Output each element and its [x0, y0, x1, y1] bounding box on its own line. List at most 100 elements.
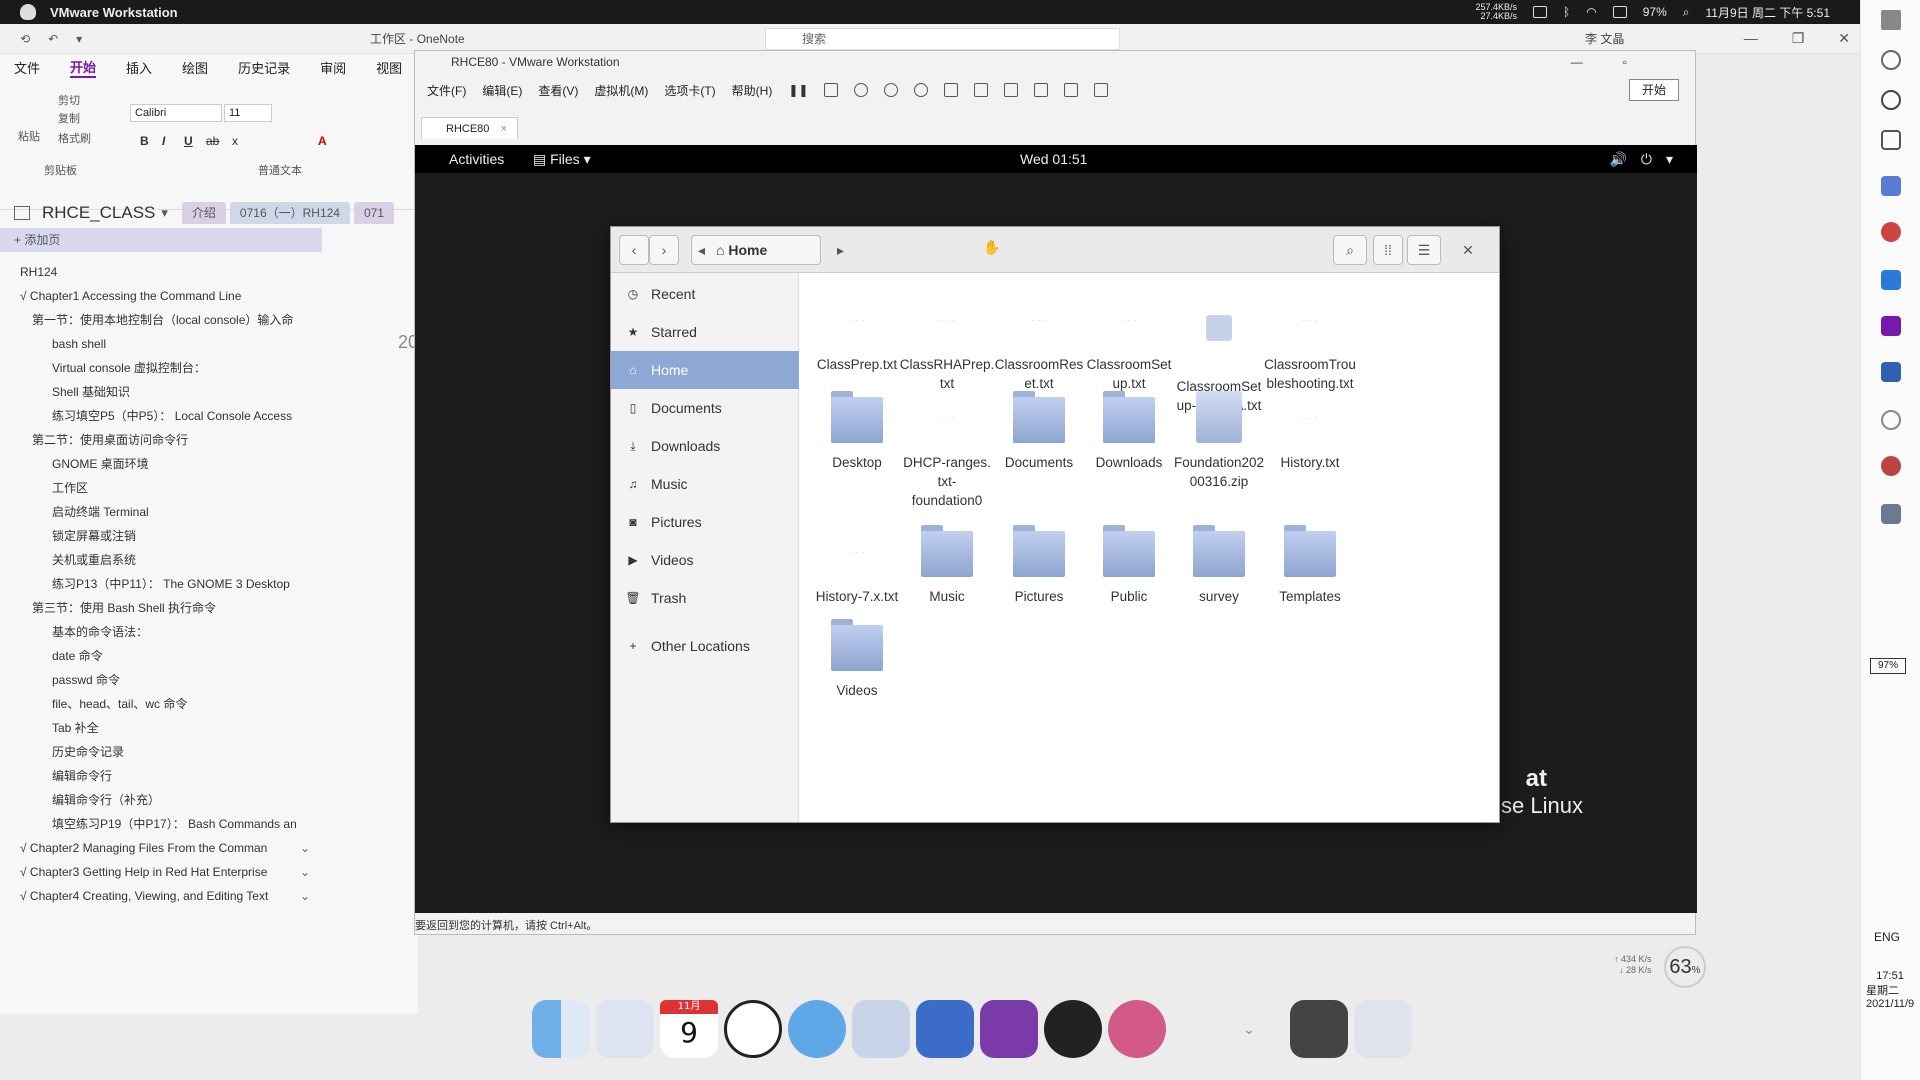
obs-icon[interactable]: [1044, 1000, 1102, 1058]
tab-history[interactable]: 历史记录: [238, 58, 290, 77]
strikethrough-button[interactable]: ab: [206, 134, 219, 148]
menubar-app-name[interactable]: VMware Workstation: [50, 5, 178, 20]
page-item[interactable]: Virtual console 虚拟控制台：: [0, 356, 322, 380]
sidebar-item-recent[interactable]: ◷ Recent: [611, 275, 799, 313]
onenote-user[interactable]: 李 文晶: [1585, 30, 1624, 47]
sidebar-item-other-locations[interactable]: + Other Locations: [611, 627, 799, 665]
menu-file[interactable]: 文件(F): [427, 82, 466, 99]
font-select[interactable]: Calibri: [130, 104, 222, 122]
mail-icon[interactable]: [788, 1000, 846, 1058]
section-tab-071[interactable]: 071: [353, 202, 395, 224]
page-item[interactable]: file、head、tail、wc 命令: [0, 692, 322, 716]
menu-view[interactable]: 查看(V): [538, 82, 578, 99]
path-bar[interactable]: ◂ ⌂ Home ▸: [691, 235, 844, 265]
display-icon[interactable]: [1612, 6, 1627, 18]
taskbar-search-icon[interactable]: [1881, 50, 1901, 70]
downloads-stack-icon[interactable]: ⌄: [1220, 1000, 1278, 1058]
menu-button[interactable]: ☰: [1407, 235, 1441, 265]
app-icon-5[interactable]: [1881, 504, 1901, 524]
page-item[interactable]: 编辑命令行: [0, 764, 322, 788]
cut-button[interactable]: 剪切: [58, 92, 80, 108]
app-icon-2[interactable]: [1881, 222, 1901, 242]
back-button[interactable]: ‹: [619, 235, 649, 265]
tab-home[interactable]: 开始: [70, 57, 97, 78]
console-icon[interactable]: [1064, 83, 1079, 97]
page-item[interactable]: passwd 命令: [0, 668, 322, 692]
windows-start-icon[interactable]: [1881, 10, 1901, 30]
app-dock-icon[interactable]: [1108, 1000, 1166, 1058]
menu-help[interactable]: 帮助(H): [732, 82, 773, 99]
apple-icon[interactable]: [20, 4, 36, 20]
add-page-button[interactable]: + 添加页: [0, 228, 322, 252]
cpu-gauge[interactable]: 63%: [1664, 946, 1706, 988]
page-item[interactable]: 第一节：使用本地控制台（local console）输入命: [0, 308, 322, 332]
launchpad-icon[interactable]: [596, 1000, 654, 1058]
vmware-icon[interactable]: [1881, 362, 1901, 382]
menu-vm[interactable]: 虚拟机(M): [594, 82, 648, 99]
path-left-icon[interactable]: ◂: [698, 242, 705, 259]
app-icon-3[interactable]: [1881, 410, 1901, 430]
page-item[interactable]: 第三节：使用 Bash Shell 执行命令: [0, 596, 322, 620]
files-app-menu[interactable]: ▤ Files ▾: [533, 151, 591, 168]
page-item[interactable]: 关机或重启系统: [0, 548, 322, 572]
phone-icon[interactable]: [1533, 6, 1548, 18]
menubar-datetime[interactable]: 11月9日 周二 下午 5:51: [1706, 4, 1831, 21]
font-color-button[interactable]: A: [318, 134, 327, 148]
chapter-chevron-icon[interactable]: ⌄: [300, 860, 310, 884]
sidebar-item-starred[interactable]: ★ Starred: [611, 313, 799, 351]
thumbnail-view-icon[interactable]: [974, 83, 989, 97]
section-tab-rh124[interactable]: 0716（一）RH124: [229, 202, 350, 224]
section-tab-intro[interactable]: 介绍: [181, 202, 226, 224]
vmware-maximize-icon[interactable]: ▫: [1623, 51, 1627, 73]
preview-icon[interactable]: [852, 1000, 910, 1058]
notebook-dropdown-icon[interactable]: ▾: [161, 205, 168, 221]
subscript-button[interactable]: x: [232, 134, 238, 148]
page-item[interactable]: RH124: [0, 260, 322, 284]
screen-record-icon[interactable]: [1290, 1000, 1348, 1058]
window-close-button[interactable]: ✕: [1453, 235, 1483, 265]
sidebar-item-music[interactable]: ♫ Music: [611, 465, 799, 503]
page-item[interactable]: Tab 补全: [0, 716, 322, 740]
page-item[interactable]: Shell 基础知识: [0, 380, 322, 404]
sidebar-item-documents[interactable]: ▯ Documents: [611, 389, 799, 427]
tab-review[interactable]: 审阅: [320, 58, 346, 77]
revert-snapshot-icon[interactable]: [884, 83, 899, 97]
tab-draw[interactable]: 绘图: [182, 58, 208, 77]
page-item[interactable]: 填空练习P19（中P17）： Bash Commands an: [0, 812, 322, 836]
sidebar-item-pictures[interactable]: ◙ Pictures: [611, 503, 799, 541]
folder-item[interactable]: Templates: [1254, 525, 1366, 606]
page-item[interactable]: date 命令: [0, 644, 322, 668]
back-icon[interactable]: ⟲: [20, 32, 30, 46]
copy-button[interactable]: 复制: [58, 110, 80, 126]
cortana-icon[interactable]: [1881, 90, 1901, 110]
page-item[interactable]: 练习P13（中P11）： The GNOME 3 Desktop: [0, 572, 322, 596]
page-item[interactable]: bash shell: [0, 332, 322, 356]
clock-icon[interactable]: [724, 1000, 782, 1058]
vmware-dock-icon[interactable]: [916, 1000, 974, 1058]
battery-indicator[interactable]: 97%: [1870, 658, 1906, 674]
paste-button[interactable]: 粘贴: [18, 128, 40, 144]
page-item[interactable]: √ Chapter1 Accessing the Command Line: [0, 284, 322, 308]
page-item[interactable]: 工作区: [0, 476, 322, 500]
onenote-search-input[interactable]: 搜索: [765, 28, 1120, 50]
finder-icon[interactable]: [532, 1000, 590, 1058]
sidebar-item-videos[interactable]: ▶ Videos: [611, 541, 799, 579]
tab-file[interactable]: 文件: [14, 58, 40, 77]
gnome-clock[interactable]: Wed 01:51: [1020, 151, 1087, 167]
manage-snapshots-icon[interactable]: [914, 83, 929, 97]
font-size-select[interactable]: 11: [224, 104, 272, 122]
path-home[interactable]: ⌂ Home: [716, 242, 767, 258]
chapter-chevron-icon[interactable]: ⌄: [300, 836, 310, 860]
sidebar-item-home[interactable]: ⌂ Home: [611, 351, 799, 389]
taskbar-clock[interactable]: 17:51 星期二 2021/11/9: [1866, 970, 1914, 1010]
system-menu[interactable]: 🔊 ⏻ ▾: [1609, 151, 1673, 168]
underline-button[interactable]: U: [184, 134, 193, 148]
page-item[interactable]: GNOME 桌面环境: [0, 452, 322, 476]
page-item[interactable]: 第二节：使用桌面访问命令行: [0, 428, 322, 452]
app-icon-4[interactable]: [1881, 456, 1901, 476]
search-icon[interactable]: ⌕: [1683, 5, 1690, 20]
sidebar-item-downloads[interactable]: ⤓ Downloads: [611, 427, 799, 465]
stretch-icon[interactable]: [1094, 83, 1109, 97]
page-item[interactable]: 编辑命令行（补充）: [0, 788, 322, 812]
folder-item[interactable]: Videos: [801, 619, 913, 700]
